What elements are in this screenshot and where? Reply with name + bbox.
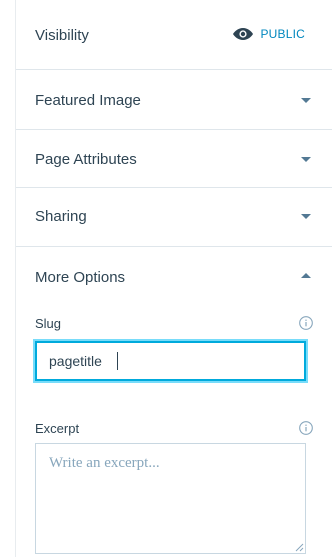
visibility-row[interactable]: Visibility PUBLIC xyxy=(16,0,332,70)
featured-image-label: Featured Image xyxy=(35,92,141,109)
page-attributes-label: Page Attributes xyxy=(35,151,137,168)
visibility-label: Visibility xyxy=(35,27,89,44)
more-options-label: More Options xyxy=(35,269,126,286)
featured-image-section[interactable]: Featured Image xyxy=(16,70,332,130)
info-icon[interactable] xyxy=(299,421,313,435)
sharing-section[interactable]: Sharing xyxy=(16,188,332,247)
chevron-down-icon xyxy=(301,157,311,162)
slug-label: Slug xyxy=(35,316,62,331)
excerpt-textarea[interactable] xyxy=(35,443,306,554)
chevron-down-icon xyxy=(301,214,311,219)
resize-handle-icon[interactable] xyxy=(295,543,304,552)
slug-input[interactable] xyxy=(35,341,306,381)
excerpt-label: Excerpt xyxy=(35,421,80,436)
sharing-label: Sharing xyxy=(35,208,87,225)
page-attributes-section[interactable]: Page Attributes xyxy=(16,130,332,188)
more-options-section[interactable]: More Options xyxy=(16,247,332,307)
chevron-down-icon xyxy=(301,98,311,103)
visibility-value: PUBLIC xyxy=(260,27,305,41)
eye-icon xyxy=(233,28,254,40)
visibility-toggle[interactable]: PUBLIC xyxy=(233,27,305,41)
chevron-up-icon xyxy=(301,273,311,278)
text-cursor xyxy=(117,352,118,370)
editor-sidebar-panel: Visibility PUBLIC Featured Image Page At… xyxy=(0,0,332,557)
info-icon[interactable] xyxy=(299,316,313,330)
